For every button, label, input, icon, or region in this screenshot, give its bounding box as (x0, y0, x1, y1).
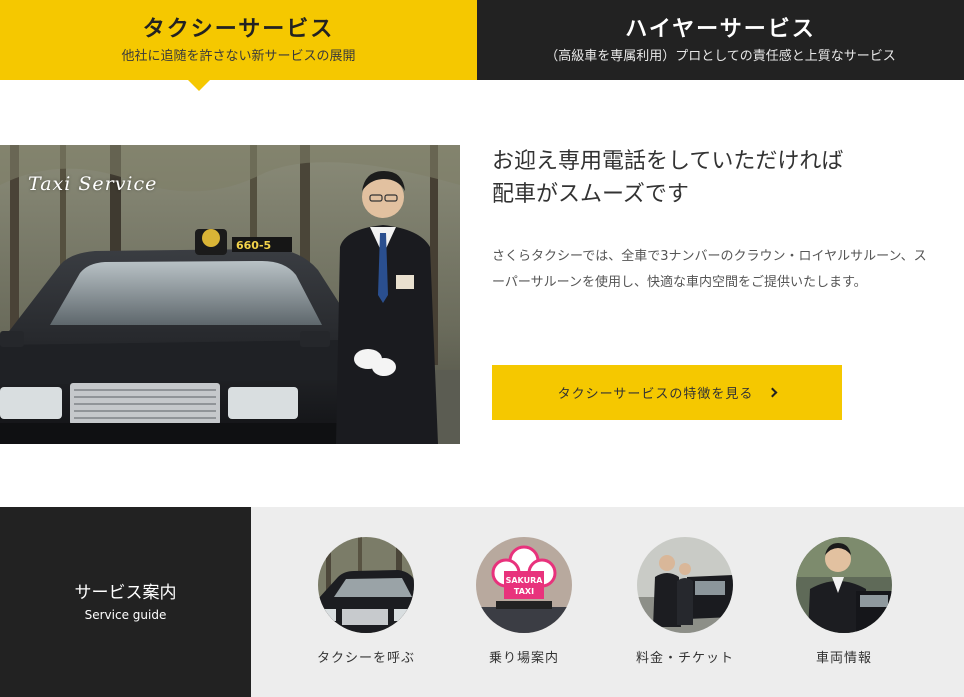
service-guide-subtitle: Service guide (84, 608, 167, 622)
service-guide-title: サービス案内 (74, 583, 177, 603)
hero-description: さくらタクシーでは、全車で3ナンバーのクラウン・ロイヤルサルーン、ス ーパーサル… (492, 244, 962, 296)
taxi-features-button-label: タクシーサービスの特徴を見る (557, 387, 754, 402)
hero-description-line1: さくらタクシーでは、全車で3ナンバーのクラウン・ロイヤルサルーン、ス (492, 249, 927, 264)
hero-heading-line2: 配車がスムーズです (492, 182, 689, 207)
taxi-driver-photo: 660-5 Taxi Service (0, 145, 460, 444)
tab-hire-title: ハイヤーサービス (625, 16, 816, 42)
tab-hire-subtitle: （高級車を専属利用）プロとしての責任感と上質なサービス (545, 49, 896, 64)
guide-item-taxi-stands-label: 乗り場案内 (488, 651, 559, 666)
guide-item-call-taxi[interactable]: タクシーを呼ぶ (301, 537, 431, 666)
roof-sign-number: 660-5 (236, 239, 271, 252)
guide-item-fares-tickets[interactable]: 料金・チケット (620, 537, 750, 666)
guide-item-taxi-stands[interactable]: SAKURA TAXI 乗り場案内 (459, 537, 589, 666)
chevron-right-icon (767, 387, 778, 398)
vehicle-info-thumbnail[interactable] (796, 537, 892, 633)
call-taxi-thumbnail[interactable] (318, 537, 414, 633)
hero-heading: お迎え専用電話をしていただければ 配車がスムーズです (492, 145, 932, 211)
sign-taxi-text: TAXI (514, 587, 534, 596)
guide-item-fares-tickets-label: 料金・チケット (635, 651, 734, 666)
tab-hire-service[interactable]: ハイヤーサービス （高級車を専属利用）プロとしての責任感と上質なサービス (477, 0, 964, 80)
sign-sakura-text: SAKURA (506, 576, 544, 585)
service-guide-items: タクシーを呼ぶ SAKURA TAXI 乗り場案内 料金・チケット 車両情報 (251, 507, 964, 697)
service-tabs: タクシーサービス 他社に追随を許さない新サービスの展開 ハイヤーサービス （高級… (0, 0, 964, 91)
tab-taxi-title: タクシーサービス (142, 16, 335, 42)
taxi-features-button[interactable]: タクシーサービスの特徴を見る (492, 365, 842, 420)
fares-tickets-thumbnail[interactable] (637, 537, 733, 633)
guide-item-call-taxi-label: タクシーを呼ぶ (316, 651, 415, 666)
tab-taxi-service[interactable]: タクシーサービス 他社に追随を許さない新サービスの展開 (0, 0, 477, 91)
taxi-stands-thumbnail[interactable]: SAKURA TAXI (476, 537, 572, 633)
guide-item-vehicle-info-label: 車両情報 (815, 651, 872, 666)
active-tab-indicator (188, 80, 210, 91)
service-guide: サービス案内 Service guide タクシーを呼ぶ SAKURA TAXI… (0, 507, 964, 697)
hero-photo-caption: Taxi Service (28, 173, 158, 195)
service-guide-label: サービス案内 Service guide (0, 507, 251, 697)
hero-description-line2: ーパーサルーンを使用し、快適な車内空間をご提供いたします。 (492, 275, 867, 290)
hero-heading-line1: お迎え専用電話をしていただければ (492, 149, 844, 174)
guide-item-vehicle-info[interactable]: 車両情報 (779, 537, 909, 666)
tab-taxi-subtitle: 他社に追随を許さない新サービスの展開 (121, 49, 356, 64)
